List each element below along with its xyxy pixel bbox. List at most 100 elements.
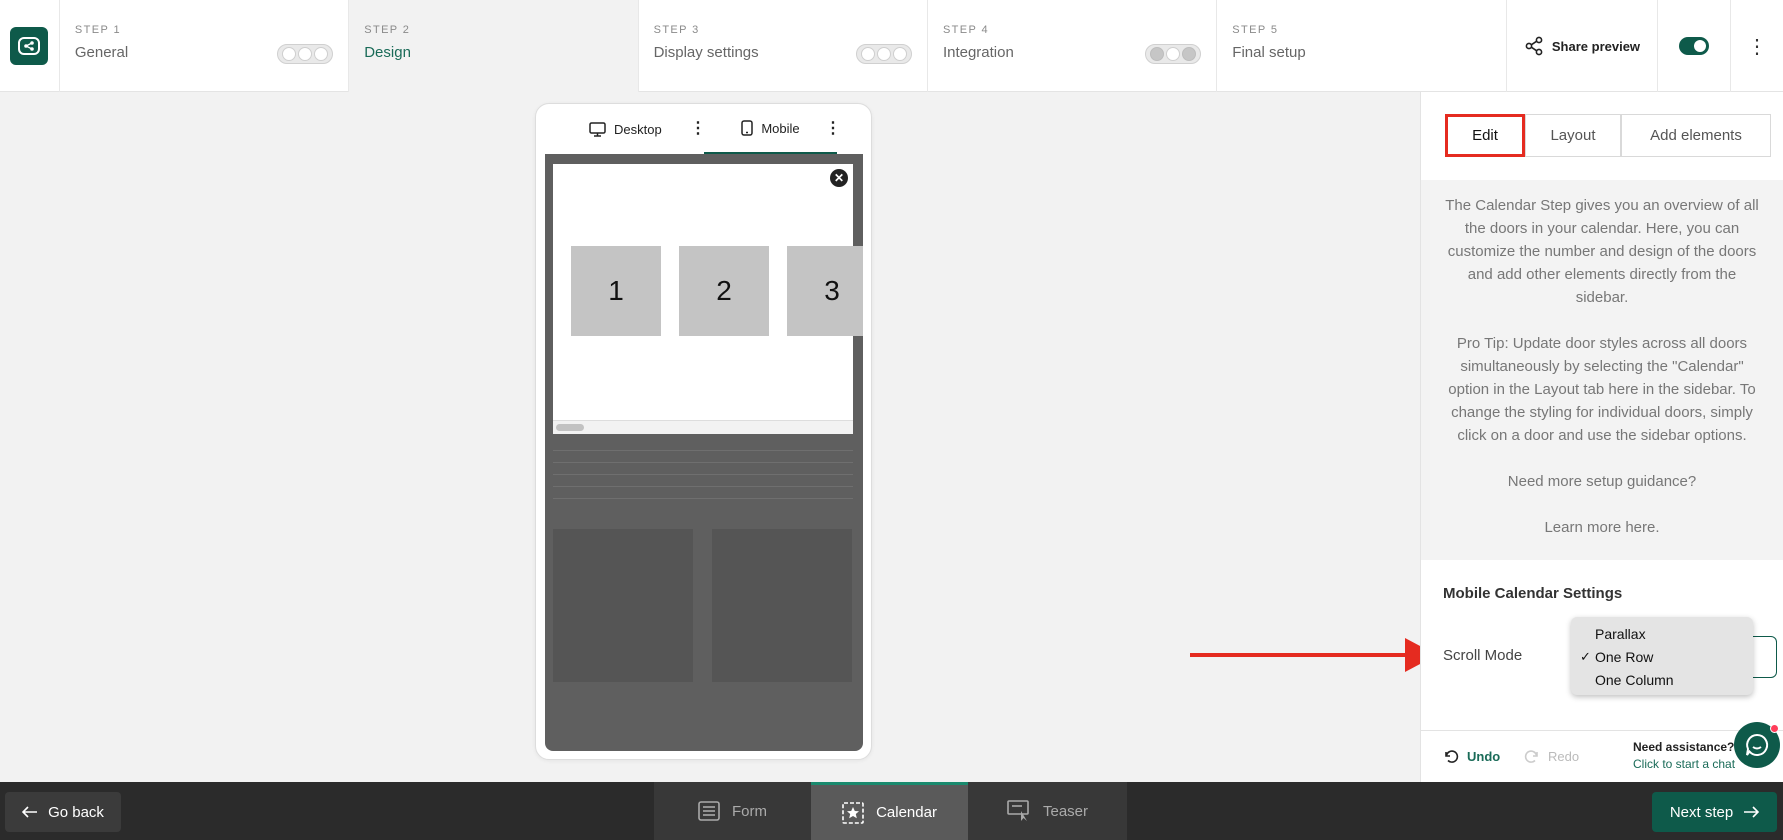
undo-label: Undo [1467, 748, 1501, 764]
step-final-setup[interactable]: STEP 5 Final setup [1217, 0, 1507, 92]
step-title: Final setup [1232, 44, 1306, 61]
progress-dot [282, 47, 297, 61]
help-guidance: Need more setup guidance? [1507, 473, 1697, 490]
step-display-settings[interactable]: STEP 3 Display settings [639, 0, 928, 92]
redo-button[interactable]: Redo [1524, 748, 1579, 764]
sidebar-tabs: Edit Layout Add elements [1445, 114, 1771, 157]
redo-icon [1524, 750, 1538, 763]
progress-dot [876, 47, 891, 61]
tab-edit[interactable]: Edit [1445, 114, 1525, 157]
placeholder-line [553, 450, 853, 451]
progress-dot [1166, 47, 1181, 61]
horizontal-scrollbar[interactable] [553, 420, 853, 434]
option-label: One Row [1595, 648, 1654, 665]
next-step-button[interactable]: Next step [1652, 792, 1777, 832]
placeholder-line [553, 462, 853, 463]
go-back-label: Go back [48, 803, 104, 821]
toggle-cell [1658, 0, 1732, 92]
share-icon [1525, 36, 1543, 56]
sidebar-footer: Undo Redo Need assistance? Click to star… [1421, 730, 1783, 782]
step-general[interactable]: STEP 1 General [60, 0, 350, 92]
step-number: STEP 3 [653, 24, 700, 36]
share-preview-button[interactable]: Share preview [1507, 0, 1659, 92]
preview-device-tabs: Desktop ⋮ Mobile ⋮ [536, 104, 871, 154]
placeholder-block [712, 529, 852, 682]
help-pro-tip: Pro Tip: Update door styles across all d… [1448, 335, 1756, 444]
tab-form[interactable]: Form [654, 782, 811, 840]
placeholder-line [553, 486, 853, 487]
progress-dot [892, 47, 907, 61]
mobile-calendar-settings-title: Mobile Calendar Settings [1443, 585, 1623, 602]
placeholder-block [553, 529, 693, 682]
tab-teaser-label: Teaser [1042, 802, 1089, 820]
next-step-label: Next step [1669, 803, 1734, 821]
annotation-arrow-line [1190, 653, 1415, 657]
progress-dot [314, 47, 329, 61]
start-chat-link[interactable]: Click to start a chat [1633, 756, 1735, 773]
scrollbar-thumb[interactable] [556, 424, 584, 431]
tab-desktop-label: Desktop [614, 121, 662, 137]
placeholder-line [553, 498, 853, 499]
step-number: STEP 1 [74, 24, 121, 36]
tab-mobile-label: Mobile [761, 120, 800, 136]
progress-dot [1150, 47, 1165, 61]
tab-mobile[interactable]: Mobile [704, 104, 837, 154]
desktop-icon [589, 121, 606, 137]
notification-dot [1770, 724, 1779, 733]
app-logo-icon[interactable] [10, 27, 49, 65]
calendar-door[interactable]: 1 [571, 246, 661, 336]
help-paragraph: The Calendar Step gives you an overview … [1445, 197, 1759, 306]
progress-dot [1182, 47, 1197, 61]
step-design[interactable]: STEP 2 Design [349, 0, 639, 92]
top-navigation-bar: STEP 1 General STEP 2 Design STEP 3 Disp… [0, 0, 1783, 92]
assistance-prompt[interactable]: Need assistance? Click to start a chat [1633, 739, 1735, 773]
placeholder-line [553, 474, 853, 475]
more-options-icon[interactable]: ⋮ [1731, 0, 1783, 92]
go-back-button[interactable]: Go back [5, 792, 121, 832]
step-progress-indicator [277, 44, 334, 64]
undo-button[interactable]: Undo [1443, 748, 1500, 764]
option-label: One Column [1595, 671, 1674, 688]
calendar-door[interactable]: 3 [787, 246, 863, 336]
undo-icon [1445, 750, 1459, 763]
progress-dot [860, 47, 875, 61]
step-number: STEP 5 [1232, 24, 1279, 36]
calendar-door[interactable]: 2 [679, 246, 769, 336]
help-text-box: The Calendar Step gives you an overview … [1421, 180, 1783, 560]
preview-toggle-switch[interactable] [1679, 37, 1710, 55]
form-icon [698, 801, 720, 821]
logo-cell [0, 0, 60, 92]
tab-calendar-label: Calendar [876, 804, 937, 821]
scroll-mode-dropdown: Parallax ✓ One Row One Column [1571, 617, 1753, 695]
mobile-screen: ✕ 1 2 3 [545, 154, 863, 751]
step-number: STEP 4 [942, 24, 990, 36]
mobile-icon [741, 120, 754, 136]
chat-button[interactable] [1734, 722, 1780, 768]
arrow-left-icon [22, 806, 38, 818]
step-progress-indicator [1145, 44, 1202, 64]
tab-add-elements[interactable]: Add elements [1621, 114, 1771, 157]
tab-form-label: Form [732, 802, 767, 820]
tab-desktop[interactable]: Desktop [589, 104, 662, 154]
scroll-mode-label: Scroll Mode [1443, 647, 1523, 664]
arrow-right-icon [1744, 806, 1760, 818]
progress-dot [298, 47, 313, 61]
assistance-title: Need assistance? [1633, 740, 1735, 754]
option-label: Parallax [1595, 625, 1646, 642]
calendar-star-icon [842, 801, 864, 824]
tab-calendar[interactable]: Calendar [811, 782, 968, 840]
step-integration[interactable]: STEP 4 Integration [928, 0, 1218, 92]
option-parallax[interactable]: Parallax [1571, 622, 1753, 645]
tab-teaser[interactable]: Teaser [968, 782, 1127, 840]
option-one-row[interactable]: ✓ One Row [1571, 645, 1753, 668]
bottom-bar: Go back Form Calendar Teaser Next step [0, 782, 1783, 840]
option-one-column[interactable]: One Column [1571, 668, 1753, 691]
mobile-options-icon[interactable]: ⋮ [825, 118, 841, 138]
tab-layout[interactable]: Layout [1525, 114, 1621, 157]
learn-more-link[interactable]: Learn more here. [1443, 516, 1761, 539]
sidebar-panel: Edit Layout Add elements The Calendar St… [1420, 92, 1783, 782]
calendar-container: ✕ 1 2 3 [553, 164, 863, 434]
close-icon[interactable]: ✕ [830, 169, 848, 187]
teaser-icon [1007, 800, 1029, 821]
mobile-preview-frame: Desktop ⋮ Mobile ⋮ ✕ 1 2 3 [535, 103, 872, 760]
